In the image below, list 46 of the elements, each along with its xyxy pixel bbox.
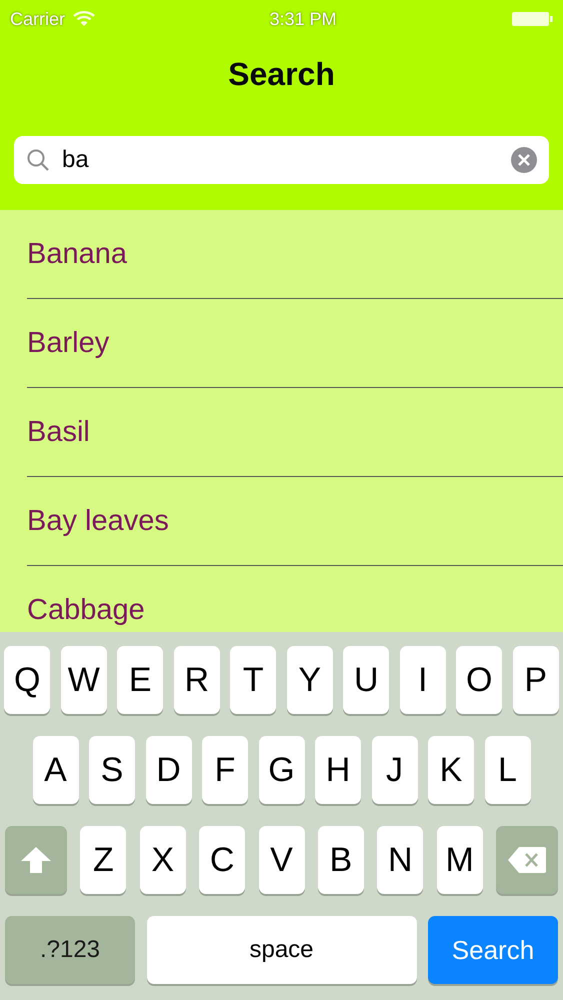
status-time: 3:31 PM xyxy=(269,8,337,30)
shift-key[interactable] xyxy=(5,826,67,894)
space-key[interactable]: space xyxy=(146,916,416,984)
shift-arrow-icon xyxy=(19,845,53,875)
letter-key[interactable]: C xyxy=(199,826,246,894)
letter-key[interactable]: R xyxy=(174,646,220,714)
letter-key[interactable]: B xyxy=(318,826,364,894)
search-field[interactable]: ba xyxy=(14,136,549,184)
result-item[interactable]: Bay leaves xyxy=(27,504,169,538)
letter-key[interactable]: M xyxy=(436,826,483,894)
letter-key[interactable]: P xyxy=(512,646,559,714)
search-icon xyxy=(26,148,50,172)
letter-key[interactable]: J xyxy=(372,736,418,804)
letter-key[interactable]: H xyxy=(315,736,361,804)
screen-title: Search xyxy=(227,54,336,94)
search-key[interactable]: Search xyxy=(428,916,558,984)
letter-key[interactable]: N xyxy=(377,826,424,894)
carrier-name: Carrier xyxy=(10,8,66,30)
letter-key[interactable]: Q xyxy=(4,646,50,714)
letter-key[interactable]: D xyxy=(146,736,192,804)
letter-key[interactable]: Y xyxy=(286,646,333,714)
letter-key[interactable]: L xyxy=(484,736,530,804)
letter-key[interactable]: V xyxy=(258,826,304,894)
numbers-key[interactable]: .?123 xyxy=(5,916,135,984)
clear-icon[interactable] xyxy=(511,147,537,173)
result-item[interactable]: Basil xyxy=(27,416,90,448)
letter-key[interactable]: W xyxy=(60,646,107,714)
letter-key[interactable]: G xyxy=(258,736,304,804)
letter-key[interactable]: T xyxy=(230,646,276,714)
letter-key[interactable]: K xyxy=(428,736,474,804)
letter-key[interactable]: S xyxy=(89,736,135,804)
letter-key[interactable]: E xyxy=(117,646,164,714)
result-item[interactable]: Banana xyxy=(27,238,127,270)
delete-key[interactable] xyxy=(496,826,558,894)
battery-icon xyxy=(511,11,553,27)
wifi-icon xyxy=(73,11,96,27)
backspace-icon xyxy=(507,846,547,874)
letter-key[interactable]: U xyxy=(343,646,390,714)
letter-key[interactable]: X xyxy=(140,826,186,894)
letter-key[interactable]: A xyxy=(32,736,78,804)
letter-key[interactable]: F xyxy=(202,736,248,804)
result-item[interactable]: Cabbage xyxy=(27,594,145,626)
result-item[interactable]: Barley xyxy=(27,326,110,360)
letter-key[interactable]: I xyxy=(400,646,446,714)
letter-key[interactable]: O xyxy=(456,646,502,714)
letter-key[interactable]: Z xyxy=(80,826,126,894)
